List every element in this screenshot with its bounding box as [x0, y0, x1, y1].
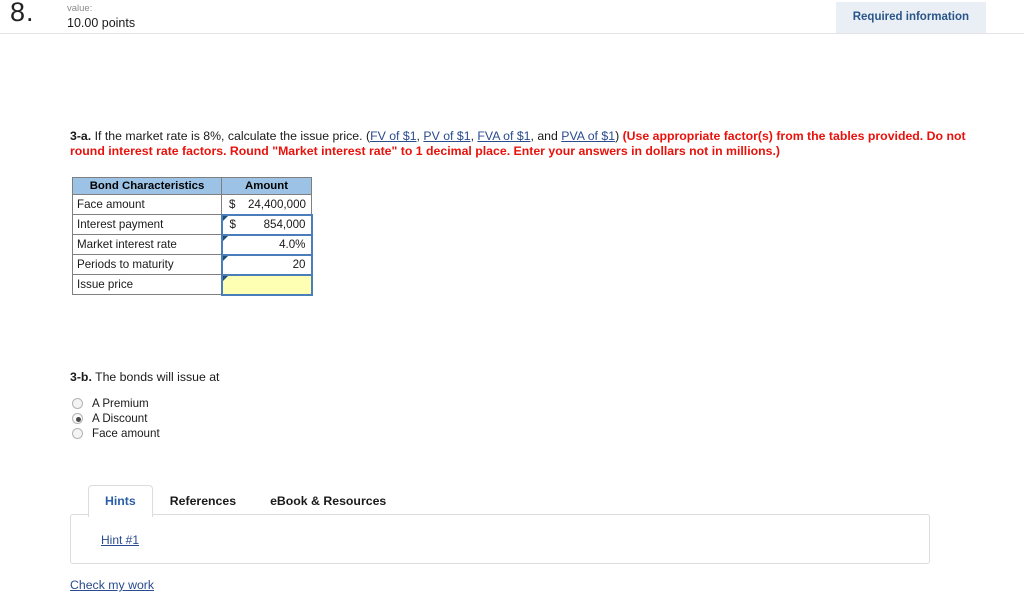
currency-symbol: $: [229, 218, 236, 231]
row-label: Face amount: [72, 194, 222, 215]
amount-value: 24,400,000: [247, 197, 306, 211]
row-label: Issue price: [72, 274, 222, 295]
currency-symbol: $: [229, 197, 236, 211]
table-row: Interest payment $854,000: [72, 213, 313, 236]
radio-option-a-premium[interactable]: A Premium: [72, 396, 160, 411]
radio-button-icon[interactable]: [72, 413, 83, 424]
radio-option-label: A Discount: [92, 412, 148, 425]
radio-option-face-amount[interactable]: Face amount: [72, 426, 160, 441]
resource-tabs: Hints References eBook & Resources: [88, 484, 403, 517]
check-my-work-link[interactable]: Check my work: [70, 578, 154, 592]
value-points: 10.00 points: [67, 15, 136, 30]
hint-1-link[interactable]: Hint #1: [101, 533, 139, 547]
amount-input-cell[interactable]: [220, 273, 313, 296]
question-number: 8.: [10, 0, 35, 27]
table-body: Face amount $24,400,000 Interest payment $8…: [72, 194, 313, 296]
table-row: Issue price: [72, 273, 313, 296]
question-3a-text-after: ): [615, 129, 623, 143]
link-pv-of-1[interactable]: PV of $1: [423, 129, 470, 143]
amount-value: 20: [292, 258, 306, 271]
link-conjunction: , and: [530, 129, 562, 143]
radio-option-label: A Premium: [92, 397, 149, 410]
amount-input-cell[interactable]: 4.0%: [220, 233, 313, 256]
question-3b-prompt: 3-b. The bonds will issue at: [70, 370, 219, 384]
radio-button-icon[interactable]: [72, 398, 83, 409]
tab-hints[interactable]: Hints: [88, 485, 153, 517]
radio-button-icon[interactable]: [72, 428, 83, 439]
table-header-row: Bond Characteristics Amount: [72, 177, 312, 195]
bond-characteristics-table: Bond Characteristics Amount Face amount $…: [72, 177, 313, 296]
radio-option-a-discount[interactable]: A Discount: [72, 411, 160, 426]
question-value-block: value: 10.00 points: [67, 3, 135, 32]
question-3a-label: 3-a.: [70, 129, 92, 143]
link-pva-of-1[interactable]: PVA of $1: [561, 129, 615, 143]
question-header-bar: 8. value: 10.00 points Required informat…: [0, 0, 1024, 34]
value-label: value:: [67, 3, 93, 14]
question-3b-text: The bonds will issue at: [91, 370, 220, 384]
row-label: Interest payment: [72, 214, 222, 235]
amount-input-cell[interactable]: 20: [220, 253, 313, 276]
bond-issue-radio-group: A Premium A Discount Face amount: [72, 396, 160, 441]
amount-value-cell: $24,400,000: [221, 194, 312, 215]
question-3b-label: 3-b.: [70, 370, 92, 384]
amount-input-cell[interactable]: $854,000: [220, 213, 313, 236]
tab-ebook-resources[interactable]: eBook & Resources: [253, 485, 403, 517]
hints-panel: Hint #1: [70, 514, 930, 564]
amount-value: 4.0%: [279, 238, 306, 251]
amount-value: 854,000: [263, 218, 306, 231]
link-fv-of-1[interactable]: FV of $1: [370, 129, 416, 143]
question-3a-prompt: 3-a. If the market rate is 8%, calculate…: [70, 129, 985, 158]
radio-option-label: Face amount: [92, 427, 160, 440]
table-row: Periods to maturity 20: [72, 253, 313, 276]
column-header-bond-characteristics: Bond Characteristics: [72, 177, 222, 195]
link-fva-of-1[interactable]: FVA of $1: [477, 129, 530, 143]
question-3a-text: If the market rate is 8%, calculate the …: [91, 129, 371, 143]
row-label: Market interest rate: [72, 234, 222, 255]
tab-references[interactable]: References: [153, 485, 253, 517]
table-row: Market interest rate 4.0%: [72, 233, 313, 256]
required-information-badge[interactable]: Required information: [835, 2, 986, 33]
column-header-amount: Amount: [221, 177, 312, 195]
row-label: Periods to maturity: [72, 254, 222, 275]
table-row: Face amount $24,400,000: [72, 194, 312, 215]
